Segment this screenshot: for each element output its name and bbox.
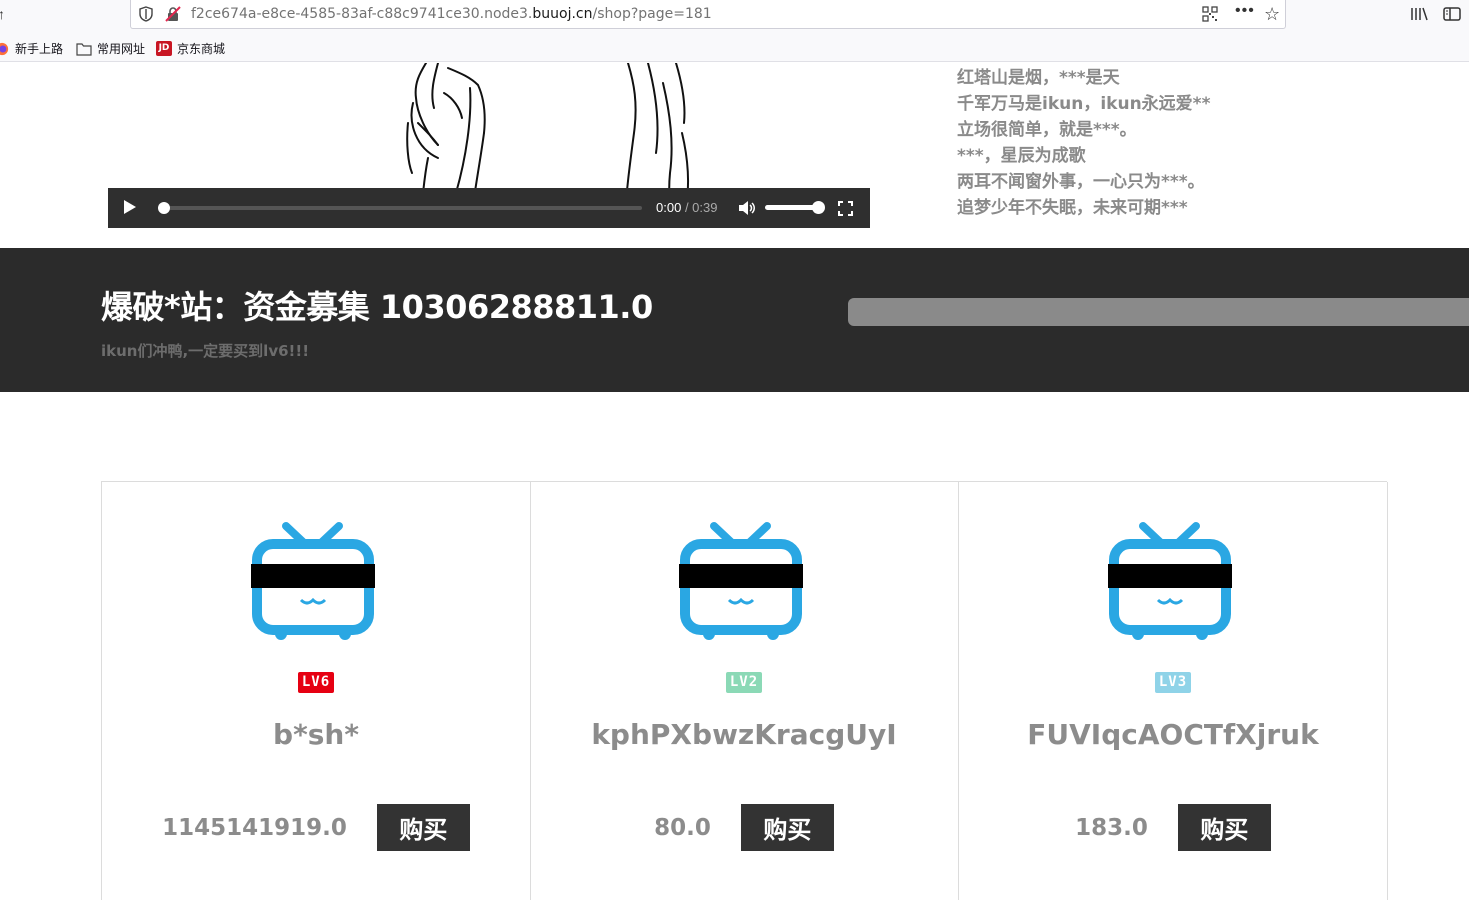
video-controls: 0:00 / 0:39 [108, 188, 870, 228]
fullscreen-icon[interactable] [838, 201, 853, 216]
bookmark-jd[interactable]: JD 京东商城 [156, 40, 225, 57]
url-text[interactable]: f2ce674a-e8ce-4585-83af-c88c9741ce30.nod… [191, 6, 712, 22]
progress-thumb[interactable] [158, 202, 170, 214]
qr-code-icon[interactable] [1202, 6, 1218, 22]
bookmark-label: 常用网址 [97, 42, 146, 56]
bilibili-tv-icon [679, 522, 803, 640]
more-actions-icon[interactable]: ••• [1235, 2, 1255, 20]
video-progress-bar[interactable] [158, 202, 642, 214]
jd-icon: JD [156, 41, 172, 56]
bilibili-tv-icon [251, 522, 375, 640]
play-icon[interactable] [124, 200, 136, 214]
buy-button[interactable]: 购买 [1177, 804, 1271, 851]
buy-button[interactable]: 购买 [376, 804, 470, 851]
volume-thumb[interactable] [812, 201, 825, 214]
funding-banner: 爆破*站：资金募集 10306288811.0 ikun们冲鸭,一定要买到lv6… [0, 248, 1469, 392]
product-card: LV2 kphPXbwzKracgUyI 80.0 购买 [530, 482, 959, 900]
bookmark-common-sites[interactable]: 常用网址 [76, 40, 145, 57]
page-viewport: 0:00 / 0:39 红塔山是烟，***是天 千军万马是ikun，ikun永远… [0, 63, 1469, 900]
volume-slider[interactable] [765, 201, 825, 214]
library-icon[interactable] [1410, 6, 1428, 22]
product-name: kphPXbwzKracgUyI [591, 718, 897, 751]
buy-button[interactable]: 购买 [740, 804, 834, 851]
product-card: LV6 b*sh* 1145141919.0 购买 [102, 482, 531, 900]
bookmark-label: 京东商城 [177, 42, 226, 56]
price-row: 1145141919.0 购买 [102, 804, 530, 851]
video-time: 0:00 / 0:39 [656, 200, 717, 215]
product-price: 1145141919.0 [162, 814, 347, 841]
current-time: 0:00 [656, 200, 682, 215]
folder-icon [76, 42, 92, 56]
level-label: LV2 [725, 672, 763, 693]
funding-progress-bar [848, 298, 1469, 326]
bilibili-tv-icon [1108, 522, 1232, 640]
price-row: 183.0 购买 [959, 804, 1387, 851]
back-arrow-icon[interactable]: ↑ [0, 6, 5, 22]
level-badge: LV6 [102, 672, 530, 693]
duration: / 0:39 [684, 200, 718, 215]
product-price: 80.0 [654, 814, 711, 841]
sidebar-toggle-icon[interactable] [1443, 6, 1461, 22]
lyric-line: 立场很简单，就是***。 [957, 120, 1137, 140]
lyric-line: 两耳不闻窗外事，一心只为***。 [957, 172, 1205, 192]
banner-subtitle: ikun们冲鸭,一定要买到lv6!!! [101, 342, 310, 360]
lyric-line: 千军万马是ikun，ikun永远爱** [957, 94, 1211, 114]
url-path: /shop?page=181 [592, 6, 712, 22]
banner-title: 爆破*站：资金募集 10306288811.0 [101, 288, 653, 326]
volume-icon[interactable] [738, 200, 756, 216]
product-grid: LV6 b*sh* 1145141919.0 购买 LV2 kphPXbwzKr… [101, 481, 1388, 900]
bookmark-newbie[interactable]: 新手上路 [0, 40, 63, 57]
product-price: 183.0 [1075, 814, 1148, 841]
url-host-prefix: f2ce674a-e8ce-4585-83af-c88c9741ce30.nod… [191, 6, 533, 22]
price-row: 80.0 购买 [530, 804, 958, 851]
insecure-lock-icon[interactable] [165, 6, 181, 22]
product-name: FUVIqcAOCTfXjruk [1027, 718, 1319, 751]
lyric-line: 红塔山是烟，***是天 [957, 68, 1120, 88]
level-badge: LV2 [530, 672, 958, 693]
bookmark-label: 新手上路 [15, 42, 64, 56]
lyric-line: 追梦少年不失眠，未来可期*** [957, 198, 1188, 218]
lyrics-text: 红塔山是烟，***是天 千军万马是ikun，ikun永远爱** 立场很简单，就是… [957, 65, 1210, 221]
level-label: LV3 [1154, 672, 1192, 693]
product-name: b*sh* [273, 718, 359, 751]
bookmarks-bar: 新手上路 常用网址 JD 京东商城 [0, 32, 1469, 62]
url-host-domain: buuoj.cn [532, 6, 593, 22]
firefox-icon [0, 42, 9, 55]
lyric-line: ***，星辰为成歌 [957, 146, 1086, 166]
bookmark-star-icon[interactable]: ☆ [1264, 4, 1280, 25]
address-bar[interactable]: f2ce674a-e8ce-4585-83af-c88c9741ce30.nod… [130, 0, 1286, 29]
level-badge: LV3 [959, 672, 1387, 693]
level-label: LV6 [297, 672, 335, 693]
product-card: LV3 FUVIqcAOCTfXjruk 183.0 购买 [959, 482, 1388, 900]
tracking-shield-icon[interactable] [139, 6, 153, 22]
browser-toolbar: ↑ f2ce674a-e8ce-4585-83af-c88c9741ce30.n… [0, 0, 1469, 32]
